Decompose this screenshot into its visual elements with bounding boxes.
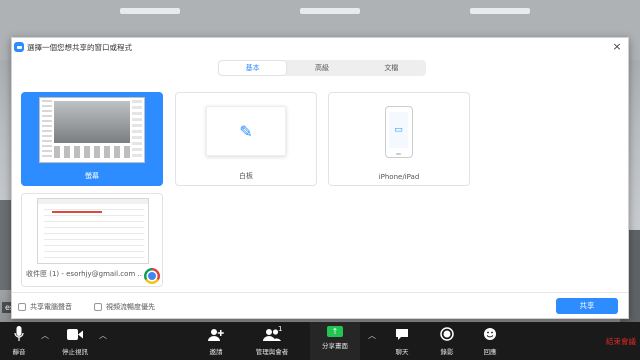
record-icon: [436, 325, 458, 343]
share-option-iphone-ipad[interactable]: ▭ iPhone/iPad: [328, 92, 470, 186]
thumbnail-video: [54, 101, 130, 143]
share-option-label: 螢幕: [85, 172, 99, 180]
thumbnail-topbar: [38, 199, 148, 204]
close-button[interactable]: ×: [611, 40, 623, 54]
chrome-icon: [144, 268, 160, 284]
video-options-chevron-icon[interactable]: ︿: [99, 330, 107, 341]
reactions-label: 回應: [483, 348, 497, 356]
video-camera-icon: [58, 325, 92, 343]
microphone-icon: [6, 325, 32, 343]
ipad-thumbnail: ▭: [385, 106, 413, 158]
video-ceiling-light: [470, 8, 530, 14]
share-audio-checkbox-row[interactable]: 共享電腦聲音: [18, 302, 72, 312]
share-audio-checkbox[interactable]: [18, 303, 26, 311]
share-screen-label: 分享畫面: [322, 342, 348, 350]
mute-label: 靜音: [12, 348, 26, 356]
chat-button[interactable]: 聊天: [392, 325, 412, 356]
participants-icon: [252, 325, 292, 343]
end-meeting-button[interactable]: 結束會議: [606, 336, 636, 347]
reactions-button[interactable]: 回應: [479, 325, 501, 356]
tab-advanced[interactable]: 高級: [287, 60, 356, 76]
share-screen-button[interactable]: ↑ 分享畫面: [310, 322, 360, 360]
share-option-whiteboard[interactable]: ✎ 白板: [175, 92, 317, 186]
thumbnail-lines: [44, 209, 144, 259]
optimize-video-checkbox-row[interactable]: 視頻流暢度優先: [94, 302, 155, 312]
share-option-label: 白板: [239, 172, 253, 180]
dialog-titlebar: 選擇一個您想共享的窗口或程式 ×: [12, 38, 628, 58]
video-ceiling-light: [300, 8, 360, 14]
audio-options-chevron-icon[interactable]: ︿: [41, 330, 49, 341]
smiley-icon: [479, 325, 501, 343]
record-label: 錄影: [440, 348, 454, 356]
airplay-icon: ▭: [389, 112, 408, 148]
window-thumbnail: [37, 198, 149, 264]
whiteboard-thumbnail: ✎: [206, 106, 286, 156]
stop-video-label: 停止視訊: [62, 348, 88, 356]
mute-button[interactable]: 靜音: [6, 325, 32, 356]
dialog-footer-divider: [12, 292, 628, 293]
invite-label: 邀請: [209, 348, 223, 356]
video-ceiling-light: [120, 8, 180, 14]
tab-basic[interactable]: 基本: [218, 60, 288, 76]
ipad-home-button: [396, 153, 401, 155]
record-button[interactable]: 錄影: [436, 325, 458, 356]
screen-thumbnail: [39, 97, 145, 163]
add-person-icon: [204, 325, 228, 343]
share-audio-label: 共享電腦聲音: [30, 303, 72, 311]
share-screen-dialog: 選擇一個您想共享的窗口或程式 × 基本 高級 文檔 螢幕 ✎ 白板 ▭ iPho…: [11, 37, 629, 319]
thumbnail-strip: [54, 146, 130, 158]
optimize-video-checkbox[interactable]: [94, 303, 102, 311]
dialog-title: 選擇一個您想共享的窗口或程式: [27, 43, 132, 52]
window-title-label: 收件匣 (1) - esorhjy@gmail.com ...: [26, 270, 145, 278]
participant-count: 1: [278, 325, 283, 333]
participants-button[interactable]: 1 管理與會者: [252, 325, 292, 356]
share-screen-arrow-icon: ↑: [327, 326, 343, 337]
participants-label: 管理與會者: [255, 348, 289, 356]
share-option-screen[interactable]: 螢幕: [21, 92, 163, 186]
share-options-chevron-icon[interactable]: ︿: [368, 330, 376, 341]
chat-bubble-icon: [392, 325, 412, 343]
zoom-app-icon: [14, 42, 24, 52]
chat-label: 聊天: [395, 348, 409, 356]
thumbnail-sidebar: [42, 100, 52, 160]
share-button[interactable]: 共享: [556, 298, 618, 314]
pen-icon: ✎: [239, 121, 253, 141]
thumbnail-highlight: [52, 211, 102, 213]
invite-button[interactable]: 邀請: [204, 325, 228, 356]
optimize-video-label: 視頻流暢度優先: [106, 303, 155, 311]
share-option-chrome-window[interactable]: 收件匣 (1) - esorhjy@gmail.com ...: [21, 193, 163, 287]
thumbnail-panel: [132, 100, 142, 160]
share-tabs: 基本 高級 文檔: [218, 60, 426, 76]
share-option-label: iPhone/iPad: [378, 173, 420, 181]
stop-video-button[interactable]: 停止視訊: [58, 325, 92, 356]
tab-files[interactable]: 文檔: [357, 60, 426, 76]
